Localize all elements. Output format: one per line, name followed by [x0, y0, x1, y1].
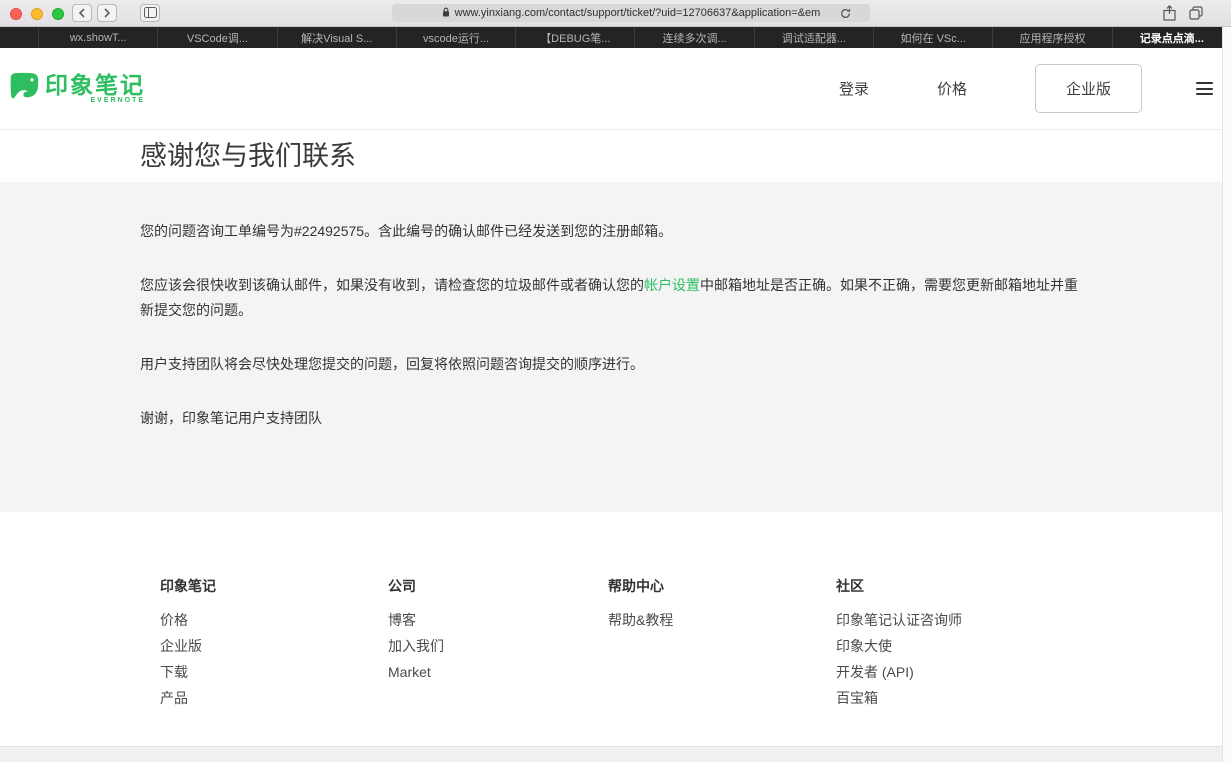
tab-label: 应用程序授权 — [1019, 32, 1086, 45]
tab-label: VSCode调... — [186, 32, 249, 45]
footer-column-help: 帮助中心 帮助&教程 — [608, 578, 836, 711]
browser-tab[interactable]: 连续多次调... — [634, 27, 753, 48]
business-edition-button[interactable]: 企业版 — [1034, 64, 1142, 113]
logo-wordmark: 印象笔记 — [45, 71, 145, 98]
login-link[interactable]: 登录 — [839, 78, 869, 99]
header-nav: 登录 价格 企业版 — [839, 64, 1142, 113]
paragraph-ticket-number: 您的问题咨询工单编号为#22492575。含此编号的确认邮件已经发送到您的注册邮… — [140, 223, 673, 239]
page-title: 感谢您与我们联系 — [140, 141, 356, 171]
share-button[interactable] — [1163, 5, 1176, 24]
account-settings-link[interactable]: 帐户设置 — [644, 277, 700, 293]
minimize-window-button[interactable] — [31, 8, 43, 20]
site-footer: 印象笔记 价格 企业版 下载 产品 公司 博客 加入我们 Market 帮助中心… — [0, 512, 1231, 711]
browser-tab[interactable]: 如何在 VSc... — [873, 27, 992, 48]
footer-link[interactable]: Market — [388, 659, 608, 685]
footer-link[interactable]: 加入我们 — [388, 633, 608, 659]
logo-subtitle: EVERNOTE — [90, 97, 145, 105]
footer-link[interactable]: 企业版 — [160, 633, 388, 659]
footer-link[interactable]: 百宝箱 — [836, 685, 1064, 711]
hamburger-icon — [1196, 82, 1213, 84]
pricing-link[interactable]: 价格 — [937, 78, 967, 99]
browser-tab[interactable]: 解决Visual S... — [276, 27, 396, 48]
chevron-right-icon — [103, 6, 111, 21]
footer-column-community: 社区 印象笔记认证咨询师 印象大使 开发者 (API) 百宝箱 — [836, 578, 1064, 711]
browser-tab[interactable]: 应用程序授权 — [992, 27, 1111, 48]
close-window-button[interactable] — [10, 8, 22, 20]
footer-link[interactable]: 产品 — [160, 685, 388, 711]
chevron-left-icon — [78, 6, 86, 21]
chrome-right-icons — [1163, 5, 1203, 24]
share-icon — [1163, 5, 1176, 24]
p2-text-pre: 您应该会很快收到该确认邮件，如果没有收到，请检查您的垃圾邮件或者确认您的 — [140, 277, 644, 293]
tabs-overview-button[interactable] — [1189, 6, 1203, 23]
sidebar-icon — [143, 6, 157, 21]
browser-chrome: www.yinxiang.com/contact/support/ticket/… — [0, 0, 1231, 27]
tab-strip: wx.showT... VSCode调... 解决Visual S... vsc… — [0, 27, 1231, 48]
footer-link[interactable]: 印象笔记认证咨询师 — [836, 607, 1064, 633]
footer-link[interactable]: 开发者 (API) — [836, 659, 1064, 685]
browser-tab[interactable]: 调试适配器... — [753, 27, 873, 48]
footer-column-company: 公司 博客 加入我们 Market — [388, 578, 608, 711]
site-header: 印象笔记 EVERNOTE 登录 价格 企业版 — [0, 48, 1231, 130]
page-scrollbar[interactable] — [1222, 27, 1231, 762]
sidebar-toggle-button[interactable] — [140, 4, 160, 22]
footer-link[interactable]: 下载 — [160, 659, 388, 685]
title-wrap: 感谢您与我们联系 — [0, 130, 1231, 182]
tab-label: 调试适配器... — [781, 32, 847, 45]
paragraph-support-team: 用户支持团队将会尽快处理您提交的问题，回复将依照问题咨询提交的顺序进行。 — [140, 356, 644, 372]
history-nav-buttons — [72, 4, 117, 22]
tab-label: 解决Visual S... — [301, 32, 373, 45]
browser-tab[interactable]: VSCode调... — [157, 27, 276, 48]
back-button[interactable] — [72, 4, 92, 22]
reload-icon — [840, 7, 851, 22]
footer-column-title: 帮助中心 — [608, 578, 664, 594]
footer-link[interactable]: 印象大使 — [836, 633, 1064, 659]
lock-icon — [442, 7, 450, 20]
tab-label: 【DEBUG笔... — [540, 32, 611, 45]
window-controls — [10, 8, 64, 20]
ticket-confirmation-section: 您的问题咨询工单编号为#22492575。含此编号的确认邮件已经发送到您的注册邮… — [0, 182, 1231, 512]
tab-label: vscode运行... — [423, 32, 490, 45]
tab-label: wx.showT... — [69, 31, 127, 44]
browser-tab[interactable]: wx.showT... — [38, 27, 157, 48]
footer-column-title: 公司 — [388, 578, 416, 594]
footer-bottom-bar — [0, 746, 1231, 762]
footer-link[interactable]: 帮助&教程 — [608, 607, 836, 633]
tab-label: 如何在 VSc... — [900, 32, 966, 45]
logo-text: 印象笔记 EVERNOTE — [45, 71, 145, 105]
tab-strip-stub — [0, 27, 38, 48]
footer-link[interactable]: 价格 — [160, 607, 388, 633]
browser-tab[interactable]: vscode运行... — [395, 27, 515, 48]
tab-label: 记录点点滴... — [1139, 32, 1204, 45]
address-bar[interactable]: www.yinxiang.com/contact/support/ticket/… — [392, 4, 870, 22]
zoom-window-button[interactable] — [52, 8, 64, 20]
tabs-overview-icon — [1189, 6, 1203, 23]
hamburger-menu-button[interactable] — [1196, 82, 1213, 95]
footer-column-title: 印象笔记 — [160, 578, 216, 594]
paragraph-email-check: 您应该会很快收到该确认邮件，如果没有收到，请检查您的垃圾邮件或者确认您的帐户设置… — [140, 273, 1080, 323]
reload-button[interactable] — [840, 7, 851, 22]
footer-column-yinxiang: 印象笔记 价格 企业版 下载 产品 — [160, 578, 388, 711]
url-text: www.yinxiang.com/contact/support/ticket/… — [454, 7, 821, 19]
browser-tab-active[interactable]: 记录点点滴... — [1111, 27, 1231, 48]
browser-tab[interactable]: 【DEBUG笔... — [515, 27, 634, 48]
main-content: 感谢您与我们联系 您的问题咨询工单编号为#22492575。含此编号的确认邮件已… — [0, 130, 1231, 512]
tab-label: 连续多次调... — [662, 32, 727, 45]
paragraph-signoff: 谢谢，印象笔记用户支持团队 — [140, 410, 322, 426]
elephant-logo-icon — [6, 69, 40, 108]
footer-link[interactable]: 博客 — [388, 607, 608, 633]
forward-button[interactable] — [97, 4, 117, 22]
yinxiang-logo[interactable]: 印象笔记 EVERNOTE — [6, 69, 145, 108]
footer-column-title: 社区 — [836, 578, 864, 594]
